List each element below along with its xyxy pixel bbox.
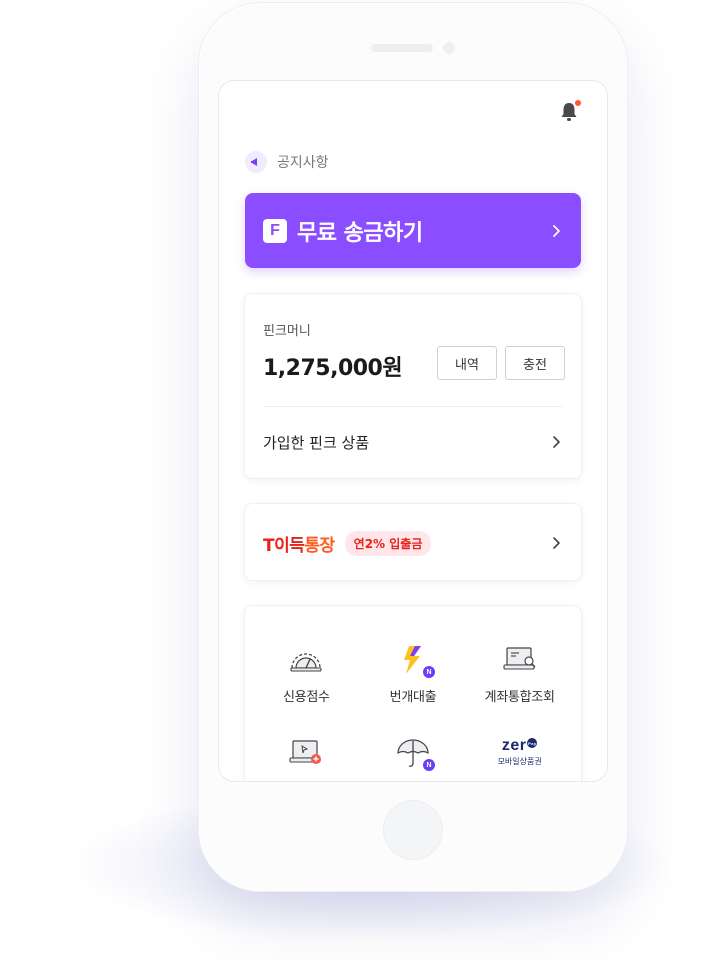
menu-label: 신용점수	[283, 690, 330, 705]
promo-card: T이득통장 연2% 입출금	[244, 503, 582, 581]
home-button[interactable]	[383, 800, 443, 860]
free-transfer-button[interactable]: F 무료 송금하기	[245, 193, 581, 268]
promo-title: T이득통장	[263, 535, 335, 556]
chevron-right-icon	[553, 224, 560, 237]
money-label: 핀크머니	[263, 324, 311, 339]
zero-pay-wordmark: zer Pay	[501, 737, 538, 754]
history-button[interactable]: 내역	[437, 346, 497, 380]
money-amount: 1,275,000원	[263, 356, 403, 381]
phone-speaker	[371, 44, 433, 52]
new-badge: N	[422, 759, 435, 771]
menu-credit-score[interactable]: 신용점수	[253, 644, 360, 705]
charge-button[interactable]: 충전	[505, 346, 565, 380]
zero-pay-subtitle: 모바일상품권	[497, 757, 542, 766]
laptop-plus-icon	[289, 740, 322, 764]
chevron-right-icon	[553, 436, 560, 448]
pay-dot: Pay	[527, 738, 538, 748]
free-transfer-label: 무료 송금하기	[297, 220, 423, 246]
menu-account-lookup[interactable]: 계좌통합조회	[466, 644, 573, 705]
phone-frame: 공지사항 F 무료 송금하기 핀크머니 1,275,000원 내역 충전 가입한…	[198, 2, 628, 892]
joined-products-row[interactable]: 가입한 핀크 상품	[263, 422, 563, 462]
notification-dot	[575, 100, 581, 106]
finnq-money-card: 핀크머니 1,275,000원 내역 충전 가입한 핀크 상품	[244, 293, 582, 479]
app-screen: 공지사항 F 무료 송금하기 핀크머니 1,275,000원 내역 충전 가입한…	[218, 80, 608, 782]
joined-products-label: 가입한 핀크 상품	[263, 433, 370, 452]
service-menu-card: 신용점수 N 번개대출 계좌통합조회 N zer Pay 모바일상품권	[244, 605, 582, 781]
service-menu-grid: 신용점수 N 번개대출 계좌통합조회 N zer Pay 모바일상품권	[253, 644, 573, 779]
umbrella-icon: N	[395, 737, 435, 771]
divider	[263, 406, 563, 407]
notice-label: 공지사항	[277, 155, 329, 171]
phone-camera	[443, 42, 455, 54]
lightning-icon: N	[395, 644, 435, 678]
menu-label: 계좌통합조회	[484, 690, 555, 705]
chevron-right-icon	[553, 537, 560, 549]
finnq-f-logo: F	[263, 218, 287, 243]
menu-zero-pay[interactable]: zer Pay 모바일상품권	[466, 737, 573, 779]
new-badge: N	[422, 666, 435, 678]
menu-insurance[interactable]: N	[360, 737, 467, 779]
stage: 공지사항 F 무료 송금하기 핀크머니 1,275,000원 내역 충전 가입한…	[0, 0, 720, 960]
notice-link[interactable]: 공지사항	[245, 151, 329, 173]
menu-label: 번개대출	[389, 690, 437, 705]
promo-badge: 연2% 입출금	[344, 530, 432, 556]
gauge-icon	[290, 653, 322, 672]
laptop-search-icon	[503, 647, 536, 670]
megaphone-icon	[245, 151, 267, 173]
t-account-promo[interactable]: T이득통장 연2% 입출금	[263, 504, 563, 582]
zero-pay-logo: zer Pay 모바일상품권	[498, 737, 542, 767]
menu-laptop-plus[interactable]	[253, 737, 360, 779]
menu-lightning-loan[interactable]: N 번개대출	[360, 644, 467, 705]
